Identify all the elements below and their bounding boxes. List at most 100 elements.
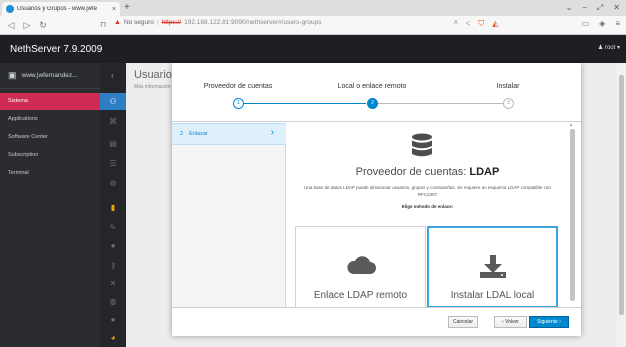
sidebar-toggle-icon[interactable]: ▭ [582, 19, 590, 28]
wizard-scrollbar-thumb[interactable] [570, 129, 575, 301]
download-icon [480, 255, 506, 278]
browser-menu-area: ▭ ◈ ≡ [582, 19, 620, 28]
back-button[interactable]: ‹ Volver [494, 316, 527, 328]
share-icon[interactable]: < [466, 19, 471, 29]
translate-icon[interactable]: ᴬ [454, 19, 458, 29]
info-icon[interactable]: ● [100, 315, 126, 324]
step-label-1: Proveedor de cuentas [203, 83, 273, 90]
wizard-content: Proveedor de cuentas: LDAP Una base de d… [286, 123, 569, 308]
minimize-icon[interactable]: – [582, 2, 586, 14]
maximize-icon[interactable]: ⤢ [597, 2, 603, 14]
nethserver-favicon-icon [6, 5, 14, 13]
back-arrow-icon[interactable]: ◁ [4, 20, 18, 31]
shield-icon[interactable]: ⛉ [478, 19, 484, 29]
cancel-button[interactable]: Cancelar [448, 316, 478, 328]
sidebar-item-applications[interactable]: Applications [0, 111, 100, 128]
certificate-icon[interactable]: ✎ [100, 223, 126, 232]
step-dot-1[interactable]: 1 [233, 98, 244, 109]
option-local-ldap-label: Instalar LDAL local [450, 290, 535, 301]
step-connector-2 [378, 103, 504, 104]
services-icon[interactable]: ⚙ [100, 179, 126, 188]
backup-icon[interactable]: ◍ [100, 297, 126, 306]
choose-method-label: Elige método de enlace: [401, 204, 454, 209]
database-icon [412, 133, 432, 157]
page-title: Usuarios [134, 69, 178, 81]
chevron-right-icon: › [270, 127, 274, 138]
cloud-icon [347, 256, 376, 274]
wizard-footer: Cancelar ‹ Volver Siguiente › [172, 307, 581, 336]
sidebar: ▣ www.jwfernandez... Sistema Application… [0, 63, 126, 347]
reload-icon[interactable]: ↻ [36, 20, 50, 31]
section-icon-strip: ◐ ⚇ ⌘ ▤ ☰ ⚙ ▮ ✎ ● ⚷ ✕ ◍ ● ◕ [100, 63, 126, 347]
url-host: 192.168.122.81:9090/nethserver#/users-gr… [184, 19, 322, 26]
browser-tab[interactable]: Usuarios y Grupos - www.jwfe × [2, 2, 120, 16]
substep-number: 2 [180, 131, 184, 137]
option-remote-ldap-label: Enlace LDAP remoto [313, 290, 408, 301]
list-icon[interactable]: ☰ [100, 159, 126, 168]
sidebar-item-software-center[interactable]: Software Center [0, 129, 100, 146]
collapse-icon[interactable]: ◐ [100, 71, 126, 80]
user-menu[interactable]: ♟ root ▾ [598, 44, 620, 51]
option-remote-ldap[interactable]: Enlace LDAP remoto [295, 226, 426, 308]
step-label-3: Instalar [496, 83, 520, 90]
wizard-substep-list: 2 Enlazar › [172, 123, 286, 307]
tab-close-icon[interactable]: × [112, 6, 116, 13]
tools-icon[interactable]: ✕ [100, 279, 126, 288]
menu-icon[interactable]: ≡ [615, 19, 620, 28]
user-icon: ♟ [597, 45, 604, 51]
address-field[interactable]: ▲ No seguro | https://192.168.122.81:909… [114, 19, 321, 26]
app-brand: NethServer 7.9.2009 [10, 43, 103, 55]
host-selector[interactable]: ▣ www.jwfernandez... [0, 63, 100, 89]
wizard-steps: Proveedor de cuentas Local o enlace remo… [172, 63, 581, 122]
page-scrollbar-thumb[interactable] [619, 75, 624, 315]
monitor-icon: ▣ [8, 70, 17, 80]
rewards-icon[interactable]: ◭ [492, 19, 498, 29]
url-separator: | [156, 19, 159, 26]
window-close-icon[interactable]: ✕ [613, 2, 620, 14]
option-local-ldap[interactable]: Instalar LDAL local [427, 226, 558, 308]
provider-title: Proveedor de cuentas: LDAP [286, 166, 569, 178]
sidebar-item-subscription[interactable]: Subscription [0, 147, 100, 164]
warning-icon[interactable]: ▮ [100, 203, 126, 212]
account-provider-wizard: Proveedor de cuentas Local o enlace remo… [172, 63, 581, 336]
scroll-up-icon[interactable]: ▲ [569, 122, 573, 127]
page-subtitle-link[interactable]: Más información [134, 84, 171, 90]
chevron-down-icon: ▾ [616, 45, 620, 51]
step-dot-2[interactable]: 2 [367, 98, 378, 109]
browser-tabstrip: Usuarios y Grupos - www.jwfe × + ⌄ – ⤢ ✕ [0, 0, 626, 16]
sidebar-item-sistema[interactable]: Sistema [0, 93, 100, 110]
tab-list-icon[interactable]: ⌄ [566, 2, 573, 14]
sidebar-item-terminal[interactable]: Terminal [0, 165, 100, 182]
users-icon[interactable]: ⚇ [100, 93, 126, 110]
alert-icon[interactable]: ◕ [100, 333, 126, 342]
security-label: No seguro [123, 19, 154, 26]
user-name: root [604, 45, 616, 51]
tab-title: Usuarios y Grupos - www.jwfe [17, 6, 98, 12]
wizard-scrollbar[interactable]: ▲ [569, 122, 576, 307]
browser-toolbar: ◁ ▷ ↻ ⊓ ▲ No seguro | https://192.168.12… [0, 16, 626, 35]
app-header: NethServer 7.9.2009 ♟ root ▾ [0, 35, 626, 63]
new-tab-button[interactable]: + [124, 2, 130, 14]
address-actions: ᴬ < ⛉ ◭ [454, 19, 498, 29]
step-label-2: Local o enlace remoto [337, 83, 407, 90]
globe-icon[interactable]: ● [100, 241, 126, 250]
page-scrollbar[interactable] [617, 63, 626, 347]
forward-arrow-icon[interactable]: ▷ [20, 20, 34, 31]
substep-enlazar[interactable]: 2 Enlazar › [172, 123, 286, 145]
step-dot-3: 3 [503, 98, 514, 109]
substep-label: Enlazar [189, 131, 208, 137]
provider-title-strong: LDAP [469, 166, 500, 178]
url-scheme: https:// [161, 19, 182, 26]
warning-triangle-icon: ▲ [114, 19, 121, 26]
provider-description: Una base de datos LDAP puede almacenar u… [304, 185, 551, 197]
hostname-label: www.jwfernandez... [21, 72, 78, 79]
bookmark-icon[interactable]: ⊓ [100, 20, 106, 29]
network-icon[interactable]: ⌘ [100, 117, 126, 126]
window-controls: ⌄ – ⤢ ✕ [566, 2, 620, 14]
provider-title-prefix: Proveedor de cuentas: [355, 166, 467, 178]
step-connector-1 [244, 103, 366, 104]
key-icon[interactable]: ⚷ [100, 261, 126, 270]
storage-icon[interactable]: ▤ [100, 139, 126, 148]
wallet-icon[interactable]: ◈ [599, 19, 605, 28]
next-button[interactable]: Siguiente › [529, 316, 569, 328]
